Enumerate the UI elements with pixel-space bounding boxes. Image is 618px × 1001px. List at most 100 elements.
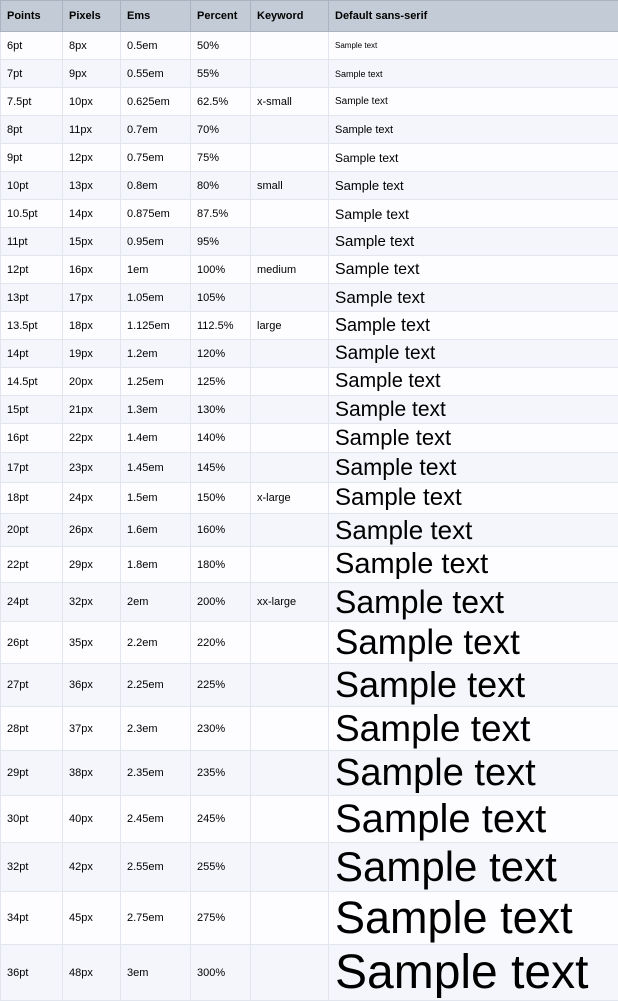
cell-percent: 180% [191,547,251,583]
table-row: 12pt16px1em100%mediumSample text [1,256,618,284]
cell-pixels: 9px [63,60,121,88]
cell-sample: Sample text [329,172,618,200]
cell-pixels: 8px [63,32,121,60]
header-ems: Ems [121,1,191,32]
table-row: 34pt45px2.75em275%Sample text [1,892,618,945]
cell-ems: 1.2em [121,340,191,368]
cell-percent: 225% [191,664,251,707]
cell-points: 9pt [1,144,63,172]
cell-sample: Sample text [329,547,618,583]
table-row: 24pt32px2em200%xx-largeSample text [1,583,618,622]
cell-points: 15pt [1,396,63,424]
cell-keyword [251,284,329,312]
cell-percent: 100% [191,256,251,284]
cell-ems: 0.625em [121,88,191,116]
cell-percent: 150% [191,483,251,514]
cell-ems: 0.875em [121,200,191,228]
cell-sample: Sample text [329,483,618,514]
header-percent: Percent [191,1,251,32]
cell-ems: 1.8em [121,547,191,583]
cell-pixels: 29px [63,547,121,583]
cell-sample: Sample text [329,707,618,751]
cell-sample: Sample text [329,424,618,453]
cell-sample: Sample text [329,340,618,368]
cell-pixels: 15px [63,228,121,256]
cell-keyword [251,514,329,547]
cell-pixels: 35px [63,622,121,664]
cell-percent: 120% [191,340,251,368]
cell-points: 12pt [1,256,63,284]
cell-points: 30pt [1,796,63,843]
cell-points: 13pt [1,284,63,312]
table-row: 30pt40px2.45em245%Sample text [1,796,618,843]
cell-keyword [251,368,329,396]
cell-ems: 2.45em [121,796,191,843]
cell-pixels: 23px [63,453,121,483]
table-row: 29pt38px2.35em235%Sample text [1,751,618,796]
cell-keyword [251,751,329,796]
cell-ems: 1.25em [121,368,191,396]
cell-ems: 2.25em [121,664,191,707]
cell-points: 16pt [1,424,63,453]
cell-ems: 1.125em [121,312,191,340]
cell-points: 27pt [1,664,63,707]
cell-points: 34pt [1,892,63,945]
cell-ems: 2.75em [121,892,191,945]
cell-percent: 95% [191,228,251,256]
cell-points: 36pt [1,945,63,1001]
cell-points: 8pt [1,116,63,144]
cell-pixels: 26px [63,514,121,547]
cell-pixels: 17px [63,284,121,312]
cell-points: 14.5pt [1,368,63,396]
cell-pixels: 42px [63,843,121,892]
table-row: 8pt11px0.7em70%Sample text [1,116,618,144]
cell-sample: Sample text [329,892,618,945]
cell-sample: Sample text [329,256,618,284]
cell-sample: Sample text [329,843,618,892]
cell-pixels: 20px [63,368,121,396]
cell-keyword [251,843,329,892]
table-row: 26pt35px2.2em220%Sample text [1,622,618,664]
table-row: 9pt12px0.75em75%Sample text [1,144,618,172]
cell-points: 32pt [1,843,63,892]
table-row: 10.5pt14px0.875em87.5%Sample text [1,200,618,228]
cell-keyword [251,396,329,424]
cell-pixels: 45px [63,892,121,945]
cell-percent: 112.5% [191,312,251,340]
table-row: 6pt8px0.5em50%Sample text [1,32,618,60]
cell-pixels: 19px [63,340,121,368]
cell-ems: 0.7em [121,116,191,144]
cell-keyword [251,60,329,88]
cell-pixels: 18px [63,312,121,340]
cell-keyword: xx-large [251,583,329,622]
cell-sample: Sample text [329,396,618,424]
cell-sample: Sample text [329,88,618,116]
cell-ems: 0.5em [121,32,191,60]
cell-percent: 80% [191,172,251,200]
cell-keyword: x-small [251,88,329,116]
header-pixels: Pixels [63,1,121,32]
cell-pixels: 16px [63,256,121,284]
cell-keyword [251,945,329,1001]
cell-percent: 125% [191,368,251,396]
cell-points: 14pt [1,340,63,368]
cell-ems: 2.2em [121,622,191,664]
cell-sample: Sample text [329,312,618,340]
table-row: 11pt15px0.95em95%Sample text [1,228,618,256]
cell-keyword [251,796,329,843]
cell-pixels: 24px [63,483,121,514]
table-row: 7pt9px0.55em55%Sample text [1,60,618,88]
cell-points: 10.5pt [1,200,63,228]
table-row: 20pt26px1.6em160%Sample text [1,514,618,547]
cell-sample: Sample text [329,228,618,256]
cell-sample: Sample text [329,664,618,707]
cell-keyword [251,340,329,368]
cell-points: 6pt [1,32,63,60]
cell-sample: Sample text [329,116,618,144]
table-row: 28pt37px2.3em230%Sample text [1,707,618,751]
cell-pixels: 12px [63,144,121,172]
cell-keyword: x-large [251,483,329,514]
cell-keyword: medium [251,256,329,284]
cell-points: 29pt [1,751,63,796]
cell-sample: Sample text [329,514,618,547]
